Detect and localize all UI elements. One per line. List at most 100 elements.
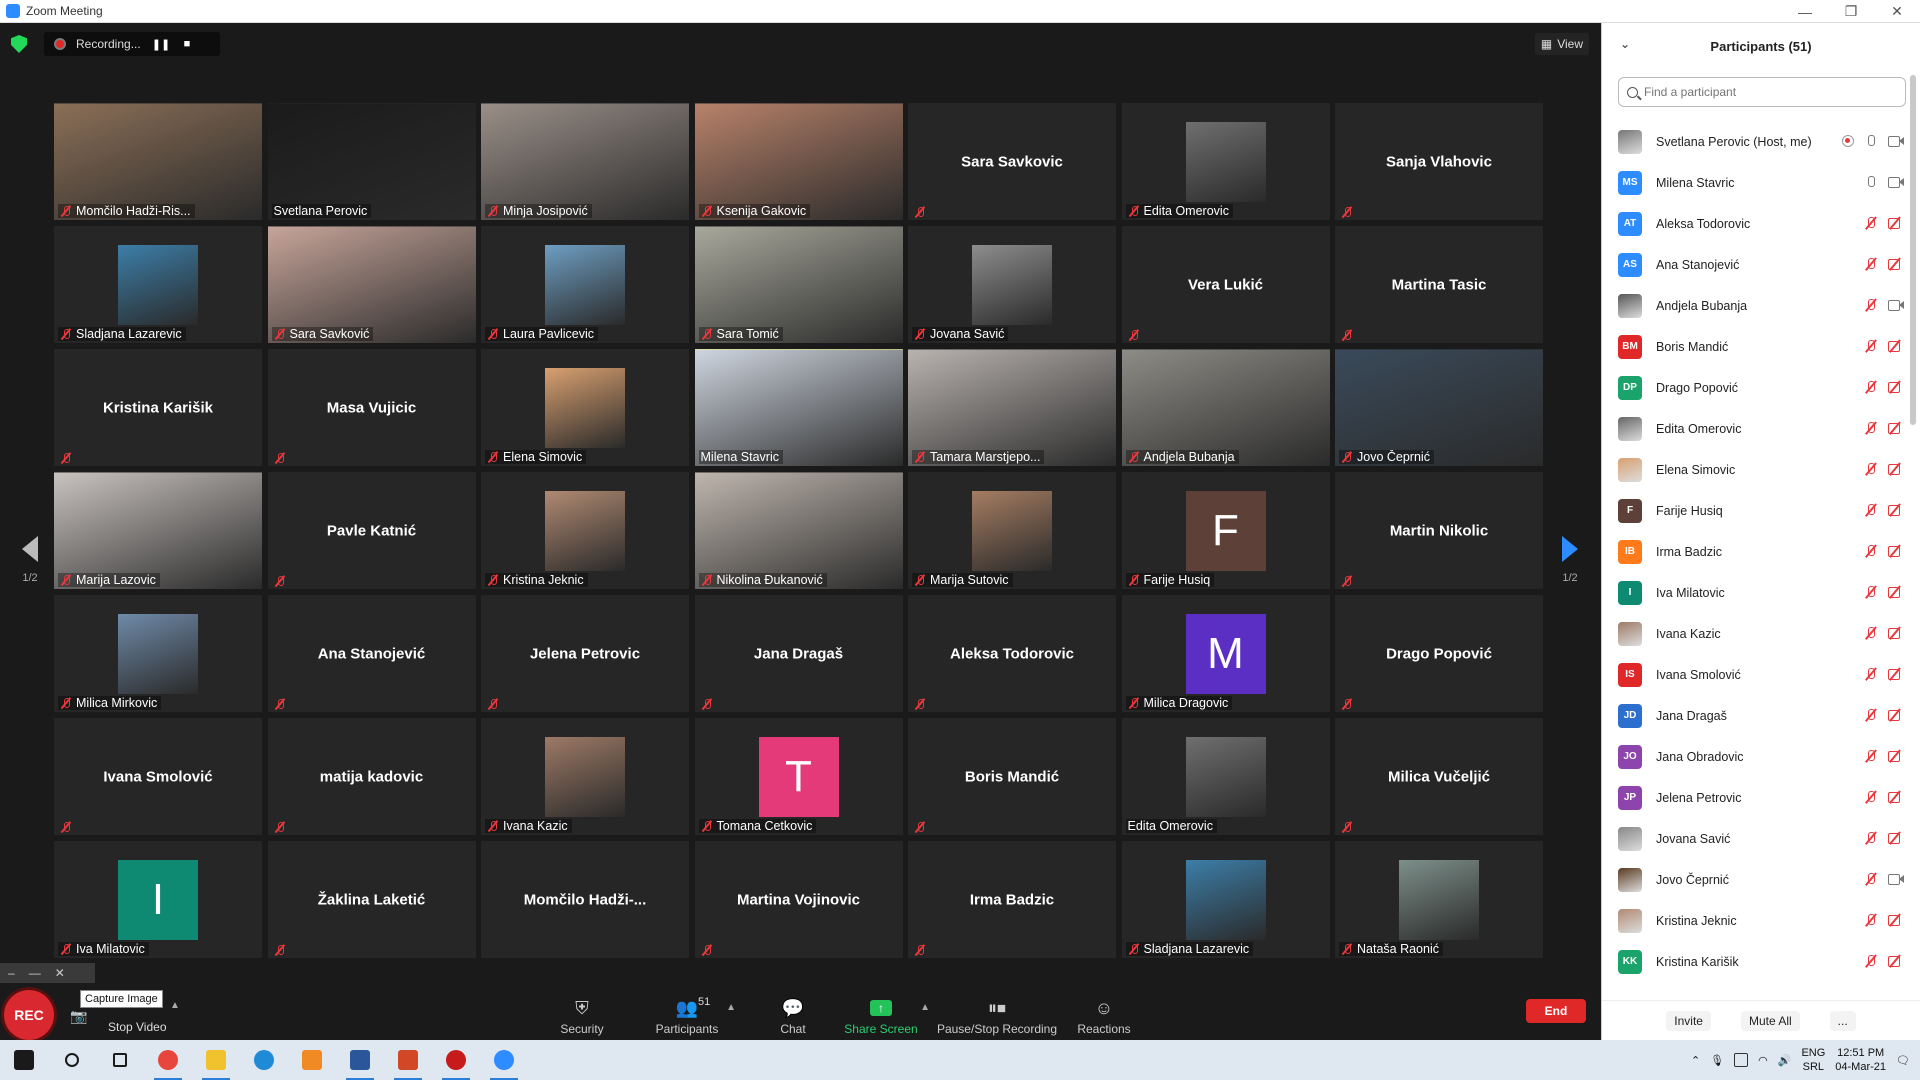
video-tile[interactable]: Sara Savkovic	[908, 103, 1116, 220]
close-button[interactable]: ✕	[1874, 0, 1920, 23]
video-tile[interactable]: Momčilo Hadži-...	[481, 841, 689, 958]
participant-row[interactable]: IS Ivana Smolović	[1602, 654, 1912, 695]
camera-off-icon[interactable]	[1888, 627, 1904, 639]
mic-muted-icon[interactable]	[1864, 585, 1878, 599]
video-tile[interactable]: Elena Simovic	[481, 349, 689, 466]
camera-off-icon[interactable]	[1888, 217, 1904, 229]
widget-dash-icon[interactable]: –	[8, 966, 15, 980]
widget-close-icon[interactable]: ✕	[55, 966, 65, 980]
system-clock[interactable]: 12:51 PM 04-Mar-21	[1835, 1046, 1886, 1074]
video-tile[interactable]: Kristina Karišik	[54, 349, 262, 466]
participant-row[interactable]: IB Irma Badzic	[1602, 531, 1912, 572]
mic-muted-icon[interactable]	[1864, 749, 1878, 763]
record-app-icon[interactable]	[432, 1040, 480, 1080]
video-tile[interactable]: F Farije Husiq	[1121, 472, 1330, 589]
camera-off-icon[interactable]	[1888, 340, 1904, 352]
participant-row[interactable]: Elena Simovic	[1602, 449, 1912, 490]
camera-off-icon[interactable]	[1888, 381, 1904, 393]
camera-off-icon[interactable]	[1888, 791, 1904, 803]
mic-muted-icon[interactable]	[1864, 503, 1878, 517]
participant-row[interactable]: Andjela Bubanja	[1602, 285, 1912, 326]
camera-on-icon[interactable]	[1888, 176, 1904, 188]
video-tile[interactable]: Ivana Kazic	[481, 718, 689, 835]
participant-row[interactable]: MS Milena Stavric	[1602, 162, 1912, 203]
collapse-chevron-icon[interactable]: ⌄	[1620, 37, 1630, 51]
video-tile[interactable]: Drago Popović	[1335, 595, 1543, 712]
camera-off-icon[interactable]	[1888, 586, 1904, 598]
mic-muted-icon[interactable]	[1864, 298, 1878, 312]
share-caret-icon[interactable]: ▲	[920, 1002, 930, 1013]
participant-row[interactable]: JD Jana Dragaš	[1602, 695, 1912, 736]
video-tile[interactable]: Sanja Vlahovic	[1335, 103, 1543, 220]
next-page-button[interactable]: 1/2	[1555, 536, 1585, 584]
participant-row[interactable]: JP Jelena Petrovic	[1602, 777, 1912, 818]
security-button[interactable]: ⛨ Security	[527, 994, 637, 1037]
video-tile[interactable]: Nataša Raonić	[1335, 841, 1543, 958]
video-tile[interactable]: Momčilo Hadži-Ris...	[54, 103, 262, 220]
video-tile[interactable]: T Tomana Cetkovic	[694, 718, 903, 835]
participant-search[interactable]	[1618, 77, 1906, 107]
video-tile[interactable]: Jovo Čeprnić	[1335, 349, 1543, 466]
participant-row[interactable]: F Farije Husiq	[1602, 490, 1912, 531]
more-options-button[interactable]: ...	[1829, 1010, 1856, 1031]
camera-off-icon[interactable]	[1888, 832, 1904, 844]
video-tile[interactable]: Svetlana Perovic	[267, 103, 476, 220]
participant-row[interactable]: Svetlana Perovic (Host, me)	[1602, 121, 1912, 162]
participant-row[interactable]: DP Drago Popović	[1602, 367, 1912, 408]
view-button[interactable]: ▦ View	[1534, 33, 1589, 55]
minimize-button[interactable]: —	[1782, 0, 1828, 23]
video-tile[interactable]: Nikolina Đukanović	[694, 472, 903, 589]
network-tray-icon[interactable]	[1734, 1053, 1749, 1067]
participant-row[interactable]: I Iva Milatovic	[1602, 572, 1912, 613]
mic-muted-icon[interactable]	[1864, 626, 1878, 640]
video-tile[interactable]: Martin Nikolic	[1335, 472, 1543, 589]
participant-list-scrollbar[interactable]	[1910, 75, 1916, 425]
camera-off-icon[interactable]	[1888, 463, 1904, 475]
invite-button[interactable]: Invite	[1666, 1010, 1711, 1031]
mic-muted-icon[interactable]	[1864, 667, 1878, 681]
video-tile[interactable]: Jelena Petrovic	[481, 595, 689, 712]
video-tile[interactable]: Marija Lazovic	[54, 472, 262, 589]
camera-off-icon[interactable]	[1888, 668, 1904, 680]
video-tile[interactable]: Marija Sutovic	[908, 472, 1116, 589]
camera-off-icon[interactable]	[1888, 258, 1904, 270]
video-tile[interactable]: matija kadovic	[267, 718, 476, 835]
share-screen-button[interactable]: ↑ ▲ Share Screen	[826, 994, 936, 1036]
camera-off-icon[interactable]	[1888, 422, 1904, 434]
video-tile[interactable]: Ivana Smolović	[54, 718, 262, 835]
participant-row[interactable]: JO Jana Obradovic	[1602, 736, 1912, 777]
widget-minimize-icon[interactable]: —	[29, 966, 41, 980]
video-tile[interactable]: Kristina Jeknic	[481, 472, 689, 589]
camera-icon[interactable]: 📷	[70, 1008, 90, 1024]
video-tile[interactable]: Laura Pavlicevic	[481, 226, 689, 343]
stop-recording-icon[interactable]: ■	[174, 38, 200, 50]
video-tile[interactable]: Edita Omerovic	[1121, 718, 1330, 835]
video-caret-icon[interactable]: ▲	[170, 1000, 180, 1011]
mic-on-icon[interactable]	[1864, 175, 1878, 189]
stop-video-label[interactable]: Stop Video	[108, 1020, 167, 1034]
zoom-icon[interactable]	[480, 1040, 528, 1080]
app-orange-icon[interactable]	[288, 1040, 336, 1080]
mic-muted-icon[interactable]	[1864, 380, 1878, 394]
video-tile[interactable]: Masa Vujicic	[267, 349, 476, 466]
video-tile[interactable]: Pavle Katnić	[267, 472, 476, 589]
notifications-icon[interactable]: 🗨	[1896, 1054, 1910, 1067]
video-tile[interactable]: Ana Stanojević	[267, 595, 476, 712]
video-tile[interactable]: Edita Omerovic	[1121, 103, 1330, 220]
participant-row[interactable]: Jovana Savić	[1602, 818, 1912, 859]
camera-off-icon[interactable]	[1888, 914, 1904, 926]
video-tile[interactable]: I Iva Milatovic	[54, 841, 262, 958]
video-tile[interactable]: Sara Tomić	[694, 226, 903, 343]
video-tile[interactable]: Minja Josipović	[481, 103, 689, 220]
participant-search-input[interactable]	[1644, 85, 1884, 99]
video-tile[interactable]: Boris Mandić	[908, 718, 1116, 835]
search-icon[interactable]	[48, 1040, 96, 1080]
previous-page-button[interactable]: 1/2	[15, 536, 45, 584]
video-tile[interactable]: Tamara Marstjepo...	[908, 349, 1116, 466]
mic-muted-icon[interactable]	[1864, 544, 1878, 558]
mic-muted-icon[interactable]	[1864, 708, 1878, 722]
video-tile[interactable]: Vera Lukić	[1121, 226, 1330, 343]
restore-button[interactable]: ❐	[1828, 0, 1874, 23]
video-tile[interactable]: Irma Badzic	[908, 841, 1116, 958]
word-icon[interactable]	[336, 1040, 384, 1080]
